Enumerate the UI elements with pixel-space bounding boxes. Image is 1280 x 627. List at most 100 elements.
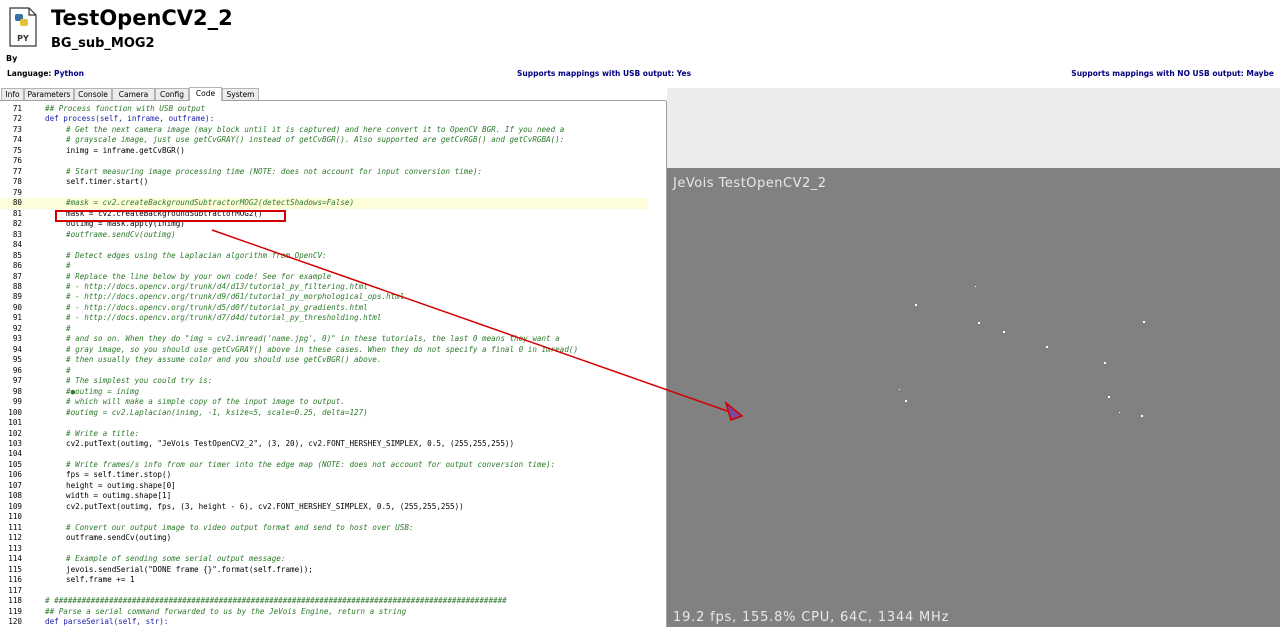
line-number: 97 xyxy=(12,376,22,386)
code-line[interactable]: 105 # Write frames/s info from our timer … xyxy=(0,460,648,470)
foreground-pixel xyxy=(1104,362,1106,364)
code-line[interactable]: 80 #mask = cv2.createBackgroundSubtractor… xyxy=(0,198,648,209)
tab-config[interactable]: Config xyxy=(155,88,189,100)
tab-system[interactable]: System xyxy=(222,88,259,100)
code-line[interactable]: 91 # - http://docs.opencv.org/trunk/d7/d4… xyxy=(0,313,648,323)
code-text: #outimg = cv2.Laplacian(inimg, -1, ksize… xyxy=(66,407,368,417)
line-number: 95 xyxy=(12,355,22,365)
code-text: jevois.sendSerial("DONE frame {}".format… xyxy=(66,564,313,574)
line-number: 80 xyxy=(12,198,22,208)
code-line[interactable]: 77 # Start measuring image processing tim… xyxy=(0,167,648,177)
no-usb-mapping-info: Supports mappings with NO USB output: Ma… xyxy=(1071,69,1274,78)
code-line[interactable]: 120 def parseSerial(self, str): xyxy=(0,617,648,627)
code-line[interactable]: 107 height = outimg.shape[0] xyxy=(0,481,648,491)
line-number: 114 xyxy=(8,554,22,564)
code-text: # which will make a simple copy of the i… xyxy=(66,397,345,407)
code-line[interactable]: 101 xyxy=(0,418,648,428)
code-text: # Start measuring image processing time … xyxy=(66,166,483,176)
module-header: PY TestOpenCV2_2 BG_sub_MOG2 By xyxy=(0,0,1280,66)
line-number: 75 xyxy=(12,145,22,155)
code-text: fps = self.timer.stop() xyxy=(66,470,172,480)
code-line[interactable]: 94 # gray image, so you should use getCvG… xyxy=(0,345,648,355)
code-line[interactable]: 72 def process(self, inframe, outframe): xyxy=(0,114,648,124)
code-line[interactable]: 100 #outimg = cv2.Laplacian(inimg, -1, ks… xyxy=(0,408,648,418)
code-line[interactable]: 114 # Example of sending some serial outp… xyxy=(0,554,648,564)
code-line[interactable]: 103 cv2.putText(outimg, "JeVois TestOpenC… xyxy=(0,439,648,449)
code-text: def process(self, inframe, outframe): xyxy=(45,114,215,124)
foreground-pixel xyxy=(1143,321,1145,323)
line-number: 108 xyxy=(8,491,22,501)
code-line[interactable]: 84 xyxy=(0,240,648,250)
tab-parameters[interactable]: Parameters xyxy=(24,88,74,100)
code-line[interactable]: 90 # - http://docs.opencv.org/trunk/d5/d0… xyxy=(0,303,648,313)
line-number: 86 xyxy=(12,261,22,271)
line-number: 91 xyxy=(12,313,22,323)
tab-bar: Info Parameters Console Camera Config Co… xyxy=(0,87,666,101)
code-line[interactable]: 79 xyxy=(0,188,648,198)
code-line[interactable]: 108 width = outimg.shape[1] xyxy=(0,491,648,501)
code-line[interactable]: 75 inimg = inframe.getCvBGR() xyxy=(0,146,648,156)
code-line[interactable]: 78 self.timer.start() xyxy=(0,177,648,187)
code-line[interactable]: 119 ## Parse a serial command forwarded t… xyxy=(0,607,648,617)
code-line[interactable]: 74 # grayscale image, just use getCvGRAY(… xyxy=(0,135,648,145)
code-text: ## Parse a serial command forwarded to u… xyxy=(45,606,407,616)
code-line[interactable]: 87 # Replace the line below by your own c… xyxy=(0,272,648,282)
code-line[interactable]: 85 # Detect edges using the Laplacian alg… xyxy=(0,251,648,261)
language-value: Python xyxy=(54,69,84,78)
code-line[interactable]: 89 # - http://docs.opencv.org/trunk/d9/d6… xyxy=(0,292,648,302)
tab-console[interactable]: Console xyxy=(74,88,112,100)
code-line[interactable]: 71 ## Process function with USB output xyxy=(0,104,648,114)
code-text: # Get the next camera image (may block u… xyxy=(66,124,565,134)
line-number: 82 xyxy=(12,219,22,229)
code-text: cv2.putText(outimg, "JeVois TestOpenCV2_… xyxy=(66,439,515,448)
code-line[interactable]: 116 self.frame += 1 xyxy=(0,575,648,585)
code-line[interactable]: 110 xyxy=(0,512,648,522)
code-line[interactable]: 76 xyxy=(0,156,648,166)
code-line[interactable]: 118 # ###################################… xyxy=(0,596,648,606)
code-line[interactable]: 115 jevois.sendSerial("DONE frame {}".for… xyxy=(0,565,648,575)
code-line[interactable]: 117 xyxy=(0,586,648,596)
foreground-pixel xyxy=(978,322,980,324)
code-line[interactable]: 102 # Write a title: xyxy=(0,429,648,439)
code-text: width = outimg.shape[1] xyxy=(66,491,172,501)
tab-info[interactable]: Info xyxy=(1,88,24,100)
code-line[interactable]: 97 # The simplest you could try is: xyxy=(0,376,648,386)
code-editor[interactable]: 71 ## Process function with USB output 72 d… xyxy=(0,101,667,627)
line-number: 113 xyxy=(8,543,22,553)
tab-code[interactable]: Code xyxy=(189,87,222,101)
code-line[interactable]: 111 # Convert our output image to video o… xyxy=(0,523,648,533)
code-line[interactable]: 86 # xyxy=(0,261,648,271)
code-line[interactable]: 73 # Get the next camera image (may block… xyxy=(0,125,648,135)
line-number: 100 xyxy=(8,407,22,417)
video-overlay-fps: 19.2 fps, 155.8% CPU, 64C, 1344 MHz xyxy=(673,610,950,625)
code-text: # Convert our output image to video outp… xyxy=(66,522,414,532)
code-line[interactable]: 113 xyxy=(0,544,648,554)
video-overlay-title: JeVois TestOpenCV2_2 xyxy=(673,176,827,191)
code-text: # gray image, so you should use getCvGRA… xyxy=(66,344,579,354)
code-line[interactable]: 106 fps = self.timer.stop() xyxy=(0,470,648,480)
video-output-frame xyxy=(667,168,1280,627)
line-number: 77 xyxy=(12,166,22,176)
code-line[interactable]: 96 # xyxy=(0,366,648,376)
code-line[interactable]: 98 #●outimg = inimg xyxy=(0,387,648,397)
line-number: 87 xyxy=(12,271,22,281)
code-line[interactable]: 83 #outframe.sendCv(outimg) xyxy=(0,230,648,240)
tab-camera[interactable]: Camera xyxy=(112,88,155,100)
code-line[interactable]: 88 # - http://docs.opencv.org/trunk/d4/d1… xyxy=(0,282,648,292)
code-line[interactable]: 104 xyxy=(0,449,648,459)
line-number: 99 xyxy=(12,397,22,407)
code-lines: 71 ## Process function with USB output 72 d… xyxy=(0,104,648,627)
code-line[interactable]: 99 # which will make a simple copy of the… xyxy=(0,397,648,407)
code-text: outframe.sendCv(outimg) xyxy=(66,533,172,543)
code-text: # xyxy=(66,365,71,375)
foreground-pixel xyxy=(905,400,907,402)
code-line[interactable]: 95 # then usually they assume color and y… xyxy=(0,355,648,365)
code-line[interactable]: 92 # xyxy=(0,324,648,334)
line-number: 119 xyxy=(8,606,22,616)
line-number: 71 xyxy=(12,104,22,113)
code-line[interactable]: 93 # and so on. When they do "img = cv2.i… xyxy=(0,334,648,344)
code-line[interactable]: 112 outframe.sendCv(outimg) xyxy=(0,533,648,543)
code-line[interactable]: 109 cv2.putText(outimg, fps, (3, height -… xyxy=(0,502,648,512)
code-text: # Example of sending some serial output … xyxy=(66,554,286,564)
line-number: 116 xyxy=(8,575,22,585)
